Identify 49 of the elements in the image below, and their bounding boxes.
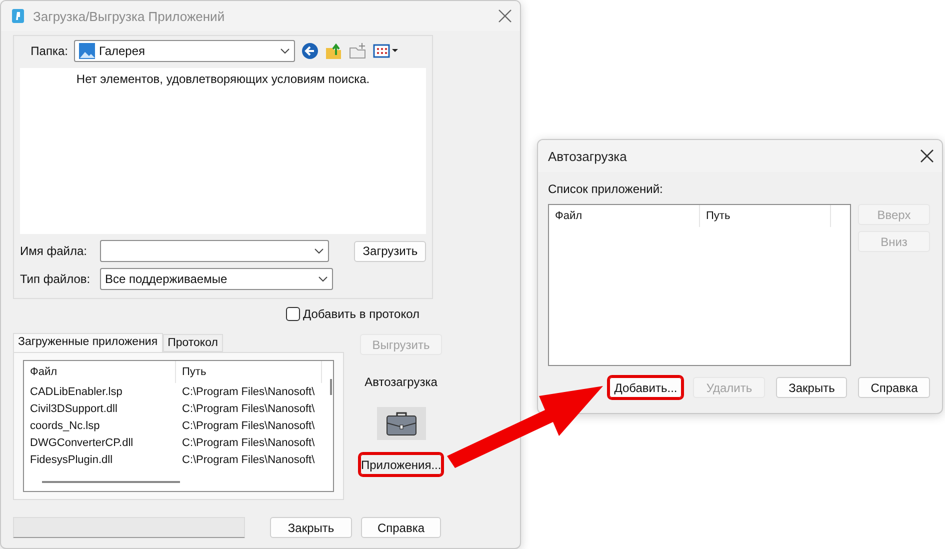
briefcase-icon[interactable] bbox=[376, 407, 426, 440]
file-type-dropdown[interactable]: Все поддерживаемые bbox=[100, 268, 333, 290]
scrollbar-thumb[interactable] bbox=[42, 481, 180, 483]
close-icon[interactable] bbox=[498, 9, 512, 23]
folder-dropdown[interactable]: Галерея bbox=[74, 40, 295, 62]
log-checkbox[interactable] bbox=[286, 307, 300, 321]
file-type-label: Тип файлов: bbox=[20, 272, 92, 286]
tab[interactable]: Загруженные приложения bbox=[13, 333, 163, 352]
picture-icon bbox=[79, 43, 95, 59]
view-grid-icon[interactable] bbox=[373, 43, 399, 59]
table-cell-text: coords_Nc.lsp bbox=[29, 420, 101, 432]
empty-message: Нет элементов, удовлетворяющих условиям поиска. bbox=[76, 72, 370, 88]
column-header[interactable]: Путь bbox=[176, 361, 322, 383]
table-cell-text: CADLibEnabler.lsp bbox=[29, 386, 124, 398]
table-cell-text: C:\Program Files\Nanosoft\ bbox=[181, 454, 316, 466]
file-name-field[interactable] bbox=[100, 240, 329, 262]
window-title: Загрузка/Выгрузка Приложений bbox=[33, 8, 226, 24]
file-name-label: Имя файла: bbox=[20, 244, 88, 258]
dialog-button[interactable]: Справка bbox=[858, 377, 930, 398]
folder-up-icon[interactable] bbox=[325, 42, 343, 60]
column-header[interactable]: Файл bbox=[549, 205, 700, 227]
table-cell-text: DWGConverterCP.dll bbox=[29, 436, 134, 448]
close-button[interactable]: Закрыть bbox=[270, 517, 352, 538]
chevron-icon bbox=[314, 248, 324, 254]
table-cell-text: C:\Program Files\Nanosoft\ bbox=[181, 402, 316, 414]
table-cell-text: FidesysPlugin.dll bbox=[29, 454, 114, 466]
column-header[interactable]: Файл bbox=[24, 361, 176, 383]
app-icon bbox=[11, 8, 25, 24]
tab[interactable]: Протокол bbox=[162, 334, 223, 352]
load-button[interactable]: Загрузить bbox=[354, 240, 426, 262]
chevron-icon bbox=[280, 48, 290, 54]
folder-label: Папка: bbox=[30, 44, 68, 58]
table-cell-text: C:\Program Files\Nanosoft\ bbox=[181, 436, 316, 448]
dialog-button[interactable]: Добавить... bbox=[609, 377, 682, 398]
help-button[interactable]: Справка bbox=[361, 517, 441, 538]
table-cell-text: Civil3DSupport.dll bbox=[29, 402, 118, 414]
chevron-icon bbox=[318, 276, 328, 282]
close-icon[interactable] bbox=[920, 149, 934, 163]
column-header[interactable]: Путь bbox=[700, 205, 831, 227]
scrollbar-thumb[interactable] bbox=[330, 379, 332, 395]
window-title: Автозагрузка bbox=[548, 148, 628, 164]
list-label: Список приложений: bbox=[548, 182, 664, 196]
log-checkbox-label: Добавить в протокол bbox=[303, 307, 420, 321]
dialog-button[interactable]: Закрыть bbox=[776, 377, 848, 398]
autoload-label: Автозагрузка bbox=[364, 375, 438, 389]
applications-button[interactable]: Приложения... bbox=[360, 454, 442, 475]
table-cell-text: C:\Program Files\Nanosoft\ bbox=[181, 386, 316, 398]
new-folder-icon[interactable] bbox=[349, 42, 367, 60]
table-cell-text: C:\Program Files\Nanosoft\ bbox=[181, 420, 316, 432]
